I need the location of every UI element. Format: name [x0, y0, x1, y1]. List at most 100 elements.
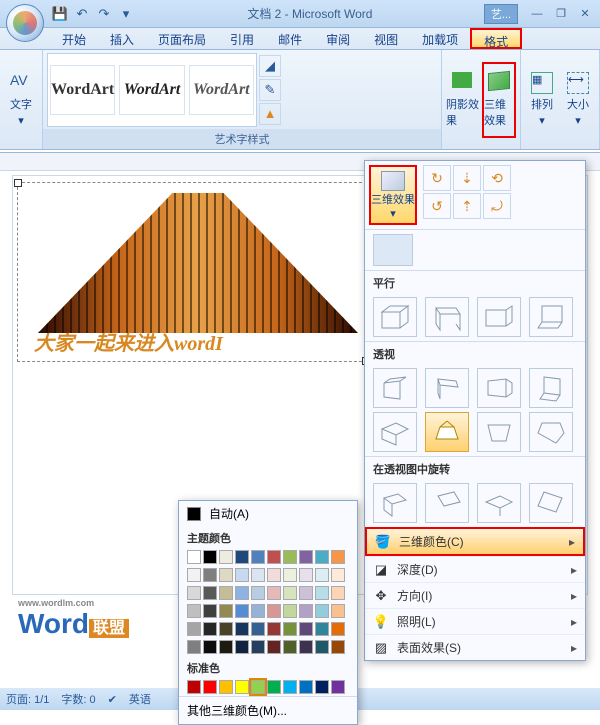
close-button[interactable]: ✕	[574, 5, 596, 23]
tilt-left-icon[interactable]: ↻	[423, 165, 451, 191]
color-swatch[interactable]	[187, 622, 201, 636]
color-swatch[interactable]	[299, 604, 313, 618]
tab-view[interactable]: 视图	[362, 28, 410, 49]
color-swatch[interactable]	[251, 568, 265, 582]
qat-redo-icon[interactable]: ↷	[94, 4, 114, 24]
rot-persp-4[interactable]	[529, 483, 573, 523]
menu-depth[interactable]: ◪ 深度(D) ▸	[365, 556, 585, 582]
color-swatch[interactable]	[203, 680, 217, 694]
color-swatch[interactable]	[203, 640, 217, 654]
color-swatch[interactable]	[219, 640, 233, 654]
arrange-button[interactable]: ▦ 排列▾	[525, 62, 559, 138]
color-swatch[interactable]	[283, 550, 297, 564]
color-swatch[interactable]	[187, 550, 201, 564]
tilt-reset-icon[interactable]: ⟲	[483, 165, 511, 191]
edit-text-button[interactable]: AV 文字▾	[4, 62, 38, 138]
color-swatch[interactable]	[315, 680, 329, 694]
color-swatch[interactable]	[267, 680, 281, 694]
color-swatch[interactable]	[219, 622, 233, 636]
status-words[interactable]: 字数: 0	[61, 691, 95, 707]
color-swatch[interactable]	[315, 640, 329, 654]
persp-6-selected[interactable]	[425, 412, 469, 452]
qat-undo-icon[interactable]: ↶	[72, 4, 92, 24]
minimize-button[interactable]: —	[526, 5, 548, 23]
more-colors[interactable]: 其他三维颜色(M)...	[179, 696, 357, 724]
size-button[interactable]: ⟷ 大小▾	[561, 62, 595, 138]
color-swatch[interactable]	[299, 680, 313, 694]
no-3d-option[interactable]	[373, 234, 413, 266]
parallel-2[interactable]	[425, 297, 469, 337]
persp-7[interactable]	[477, 412, 521, 452]
persp-3[interactable]	[477, 368, 521, 408]
color-swatch[interactable]	[187, 680, 201, 694]
color-swatch[interactable]	[267, 568, 281, 582]
shape-outline-button[interactable]: ✎	[259, 79, 281, 101]
color-swatch[interactable]	[203, 622, 217, 636]
color-swatch[interactable]	[267, 550, 281, 564]
persp-2[interactable]	[425, 368, 469, 408]
parallel-3[interactable]	[477, 297, 521, 337]
rot-persp-1[interactable]	[373, 483, 417, 523]
shape-fill-button[interactable]: ◢	[259, 55, 281, 77]
wordart-style-1[interactable]: WordArt	[50, 65, 115, 115]
color-swatch[interactable]	[331, 680, 345, 694]
tab-insert[interactable]: 插入	[98, 28, 146, 49]
tab-review[interactable]: 审阅	[314, 28, 362, 49]
tab-format[interactable]: 格式	[470, 28, 522, 49]
color-swatch[interactable]	[187, 604, 201, 618]
color-swatch[interactable]	[251, 604, 265, 618]
change-shape-button[interactable]: ▲	[259, 103, 281, 125]
color-swatch[interactable]	[283, 640, 297, 654]
color-swatch[interactable]	[219, 604, 233, 618]
color-swatch[interactable]	[203, 586, 217, 600]
color-swatch[interactable]	[283, 604, 297, 618]
parallel-4[interactable]	[529, 297, 573, 337]
color-swatch[interactable]	[219, 680, 233, 694]
status-lang[interactable]: 英语	[129, 691, 151, 707]
color-swatch[interactable]	[315, 568, 329, 582]
wordart-style-2[interactable]: WordArt	[119, 65, 184, 115]
tab-addins[interactable]: 加载项	[410, 28, 470, 49]
color-swatch[interactable]	[235, 680, 249, 694]
color-swatch[interactable]	[331, 550, 345, 564]
3d-effects-button[interactable]: 三维效果	[482, 62, 516, 138]
color-swatch[interactable]	[283, 568, 297, 582]
tilt-down-icon[interactable]: ⇣	[453, 165, 481, 191]
color-swatch[interactable]	[331, 604, 345, 618]
tilt-more-icon[interactable]: ⤾	[483, 193, 511, 219]
color-swatch[interactable]	[203, 568, 217, 582]
color-swatch[interactable]	[267, 604, 281, 618]
status-page[interactable]: 页面: 1/1	[6, 691, 49, 707]
persp-4[interactable]	[529, 368, 573, 408]
persp-5[interactable]	[373, 412, 417, 452]
wordart-selection[interactable]: 大家一起来进入wordI	[17, 182, 367, 362]
menu-3d-color[interactable]: 🪣 三维颜色(C) ▸	[365, 527, 585, 556]
tab-references[interactable]: 引用	[218, 28, 266, 49]
color-swatch[interactable]	[203, 604, 217, 618]
color-swatch[interactable]	[187, 586, 201, 600]
color-swatch[interactable]	[235, 550, 249, 564]
color-swatch[interactable]	[187, 568, 201, 582]
color-swatch[interactable]	[219, 568, 233, 582]
color-swatch[interactable]	[187, 640, 201, 654]
color-swatch[interactable]	[219, 586, 233, 600]
persp-1[interactable]	[373, 368, 417, 408]
menu-lighting[interactable]: 💡 照明(L) ▸	[365, 608, 585, 634]
color-swatch[interactable]	[331, 586, 345, 600]
color-swatch[interactable]	[299, 640, 313, 654]
restore-button[interactable]: ❐	[550, 5, 572, 23]
color-swatch[interactable]	[251, 622, 265, 636]
color-swatch[interactable]	[235, 568, 249, 582]
tab-layout[interactable]: 页面布局	[146, 28, 218, 49]
tilt-right-icon[interactable]: ↺	[423, 193, 451, 219]
color-swatch[interactable]	[331, 568, 345, 582]
color-swatch[interactable]	[235, 604, 249, 618]
parallel-1[interactable]	[373, 297, 417, 337]
color-swatch[interactable]	[235, 622, 249, 636]
color-swatch[interactable]	[315, 622, 329, 636]
tilt-up-icon[interactable]: ⇡	[453, 193, 481, 219]
color-swatch[interactable]	[283, 680, 297, 694]
color-swatch[interactable]	[315, 550, 329, 564]
color-swatch[interactable]	[251, 550, 265, 564]
color-swatch[interactable]	[299, 568, 313, 582]
